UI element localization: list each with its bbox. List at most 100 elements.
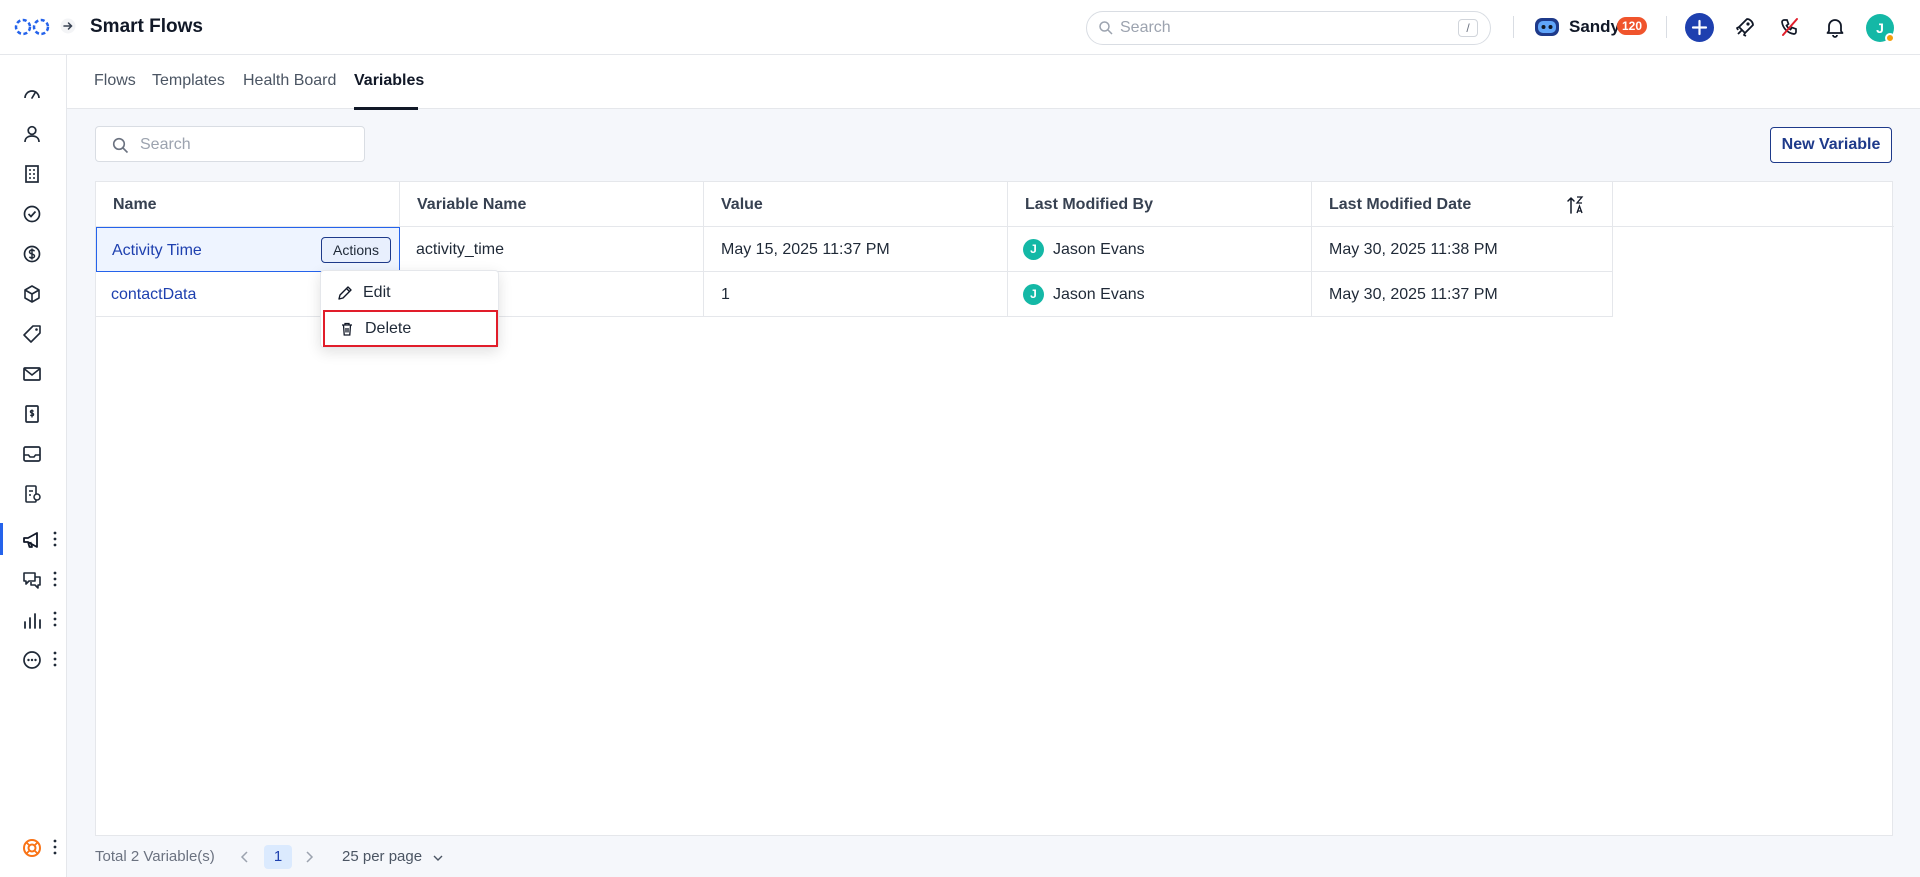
pencil-icon bbox=[338, 286, 352, 300]
sidebar-item-inbox[interactable] bbox=[0, 435, 66, 471]
notification-bell-icon[interactable] bbox=[1823, 15, 1847, 39]
prev-page-icon[interactable] bbox=[238, 849, 252, 865]
bot-avatar-icon[interactable] bbox=[1534, 16, 1560, 38]
sidebar-item-email[interactable] bbox=[0, 355, 66, 391]
table-row[interactable]: Activity Time Actions activity_time May … bbox=[96, 227, 1613, 272]
chat-icon bbox=[23, 572, 41, 589]
help-icon bbox=[23, 839, 41, 857]
mail-icon bbox=[23, 367, 41, 381]
sidebar-item-dashboard[interactable] bbox=[0, 75, 66, 111]
sidebar-expand-icon[interactable] bbox=[60, 18, 76, 34]
actions-button[interactable]: Actions bbox=[321, 237, 391, 263]
per-page-select[interactable]: 25 per page bbox=[342, 848, 443, 865]
sidebar-item-deals[interactable] bbox=[0, 235, 66, 271]
sidebar-item-conversations[interactable] bbox=[0, 561, 66, 597]
variable-name-link[interactable]: contactData bbox=[111, 286, 196, 303]
dollar-icon bbox=[23, 245, 41, 263]
new-variable-button[interactable]: New Variable bbox=[1770, 127, 1892, 163]
sidebar-item-more[interactable] bbox=[0, 641, 66, 677]
search-icon bbox=[1099, 21, 1113, 35]
sidebar-item-invoices[interactable] bbox=[0, 395, 66, 431]
more-vertical-icon[interactable] bbox=[52, 650, 58, 668]
global-search-input[interactable] bbox=[1120, 17, 1420, 39]
trash-icon bbox=[342, 322, 352, 336]
column-header-value[interactable]: Value bbox=[704, 182, 1008, 227]
sidebar-item-tasks[interactable] bbox=[0, 195, 66, 231]
actions-menu: Edit Delete bbox=[320, 270, 499, 348]
more-vertical-icon[interactable] bbox=[52, 838, 58, 856]
app-title: Smart Flows bbox=[90, 16, 203, 37]
value-cell: 1 bbox=[704, 272, 1008, 317]
top-header: Smart Flows / Sandy 120 J bbox=[0, 0, 1920, 55]
user-avatar: J bbox=[1023, 239, 1044, 260]
tag-icon bbox=[23, 325, 41, 343]
megaphone-icon bbox=[23, 532, 38, 548]
contacts-icon bbox=[24, 125, 40, 143]
tab-flows[interactable]: Flows bbox=[94, 72, 136, 90]
chevron-down-icon bbox=[433, 855, 443, 861]
variables-search-input[interactable] bbox=[140, 134, 350, 156]
sort-az-icon[interactable] bbox=[1566, 194, 1586, 216]
tab-variables[interactable]: Variables bbox=[354, 72, 424, 90]
more-vertical-icon[interactable] bbox=[52, 610, 58, 628]
rocket-icon[interactable] bbox=[1733, 15, 1757, 39]
value-cell: May 15, 2025 11:37 PM bbox=[704, 227, 1008, 272]
modified-by-cell: J Jason Evans bbox=[1008, 227, 1312, 272]
reports-icon bbox=[24, 613, 41, 629]
header-divider bbox=[1513, 16, 1514, 38]
user-avatar[interactable]: J bbox=[1866, 14, 1895, 43]
inbox-icon bbox=[23, 446, 41, 462]
delete-label: Delete bbox=[365, 320, 412, 337]
user-avatar: J bbox=[1023, 284, 1044, 305]
variable-name-link[interactable]: Activity Time bbox=[112, 242, 202, 259]
header-filler bbox=[1613, 182, 1894, 227]
per-page-value: 25 per page bbox=[342, 848, 423, 865]
sidebar-item-products[interactable] bbox=[0, 275, 66, 311]
invoice-icon bbox=[25, 405, 39, 423]
modified-by-name: Jason Evans bbox=[1053, 286, 1145, 303]
header-divider bbox=[1666, 16, 1667, 38]
modified-date-cell: May 30, 2025 11:38 PM bbox=[1329, 241, 1498, 258]
variables-search[interactable] bbox=[95, 126, 365, 162]
edit-label: Edit bbox=[363, 284, 391, 301]
sidebar-item-automation[interactable] bbox=[0, 475, 66, 511]
tasks-icon bbox=[23, 205, 41, 223]
more-vertical-icon[interactable] bbox=[52, 570, 58, 588]
user-name[interactable]: Sandy bbox=[1569, 17, 1620, 37]
plus-icon bbox=[1691, 19, 1708, 36]
quick-add-button[interactable] bbox=[1685, 13, 1714, 42]
more-icon bbox=[23, 651, 41, 669]
column-header-last-modified-by[interactable]: Last Modified By bbox=[1008, 182, 1312, 227]
sidebar-item-companies[interactable] bbox=[0, 155, 66, 191]
name-cell[interactable]: Activity Time Actions bbox=[96, 227, 400, 272]
variable-key-cell: activity_time bbox=[400, 227, 704, 272]
status-dot bbox=[1885, 33, 1895, 43]
sidebar-item-reports[interactable] bbox=[0, 601, 66, 637]
call-disabled-icon[interactable] bbox=[1778, 15, 1802, 39]
building-icon bbox=[25, 165, 39, 183]
app-logo-icon[interactable] bbox=[14, 16, 50, 38]
next-page-icon[interactable] bbox=[302, 849, 316, 865]
workflow-icon bbox=[25, 485, 41, 503]
search-shortcut-key: / bbox=[1458, 19, 1478, 37]
sidebar-item-tags[interactable] bbox=[0, 315, 66, 351]
delete-menu-item[interactable]: Delete bbox=[323, 310, 498, 347]
tab-health-board[interactable]: Health Board bbox=[243, 72, 336, 90]
modified-by-name: Jason Evans bbox=[1053, 241, 1145, 258]
global-search[interactable]: / bbox=[1086, 11, 1491, 45]
column-header-variable-name[interactable]: Variable Name bbox=[400, 182, 704, 227]
total-count: Total 2 Variable(s) bbox=[95, 848, 215, 865]
modified-by-cell: J Jason Evans bbox=[1008, 272, 1312, 317]
page-number[interactable]: 1 bbox=[264, 845, 292, 869]
search-icon bbox=[112, 137, 129, 154]
edit-menu-item[interactable]: Edit bbox=[321, 276, 498, 310]
tab-templates[interactable]: Templates bbox=[152, 72, 225, 90]
more-vertical-icon[interactable] bbox=[52, 530, 58, 548]
sidebar-item-marketing[interactable] bbox=[0, 521, 66, 557]
sidebar-item-help[interactable] bbox=[0, 829, 66, 865]
package-icon bbox=[24, 285, 40, 303]
tab-bar: Flows Templates Health Board Variables bbox=[67, 55, 1920, 110]
sidebar-item-contacts[interactable] bbox=[0, 115, 66, 151]
column-header-name[interactable]: Name bbox=[96, 182, 400, 227]
column-header-label: Last Modified Date bbox=[1329, 196, 1472, 213]
